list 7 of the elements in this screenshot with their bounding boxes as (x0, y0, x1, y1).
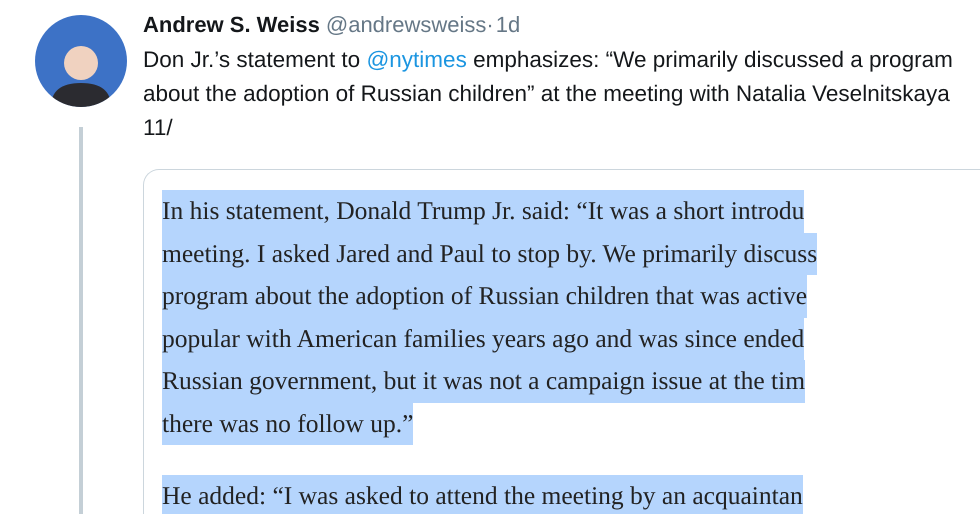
embedded-image-card[interactable] (143, 169, 980, 514)
author-name[interactable]: Andrew S. Weiss (143, 11, 320, 39)
tweet-time[interactable]: 1d (496, 11, 520, 39)
separator-dot: · (486, 11, 494, 39)
mention-link[interactable]: @nytimes (366, 47, 467, 72)
tweet-text: Don Jr.’s statement to @nytimes emphasizes: “We primarily discussed a program about the adoption of Russian children” at the meeting with Natalia Veselnitskaya 11/ (143, 46, 954, 142)
author-handle[interactable]: @andrewsweiss (326, 11, 486, 39)
